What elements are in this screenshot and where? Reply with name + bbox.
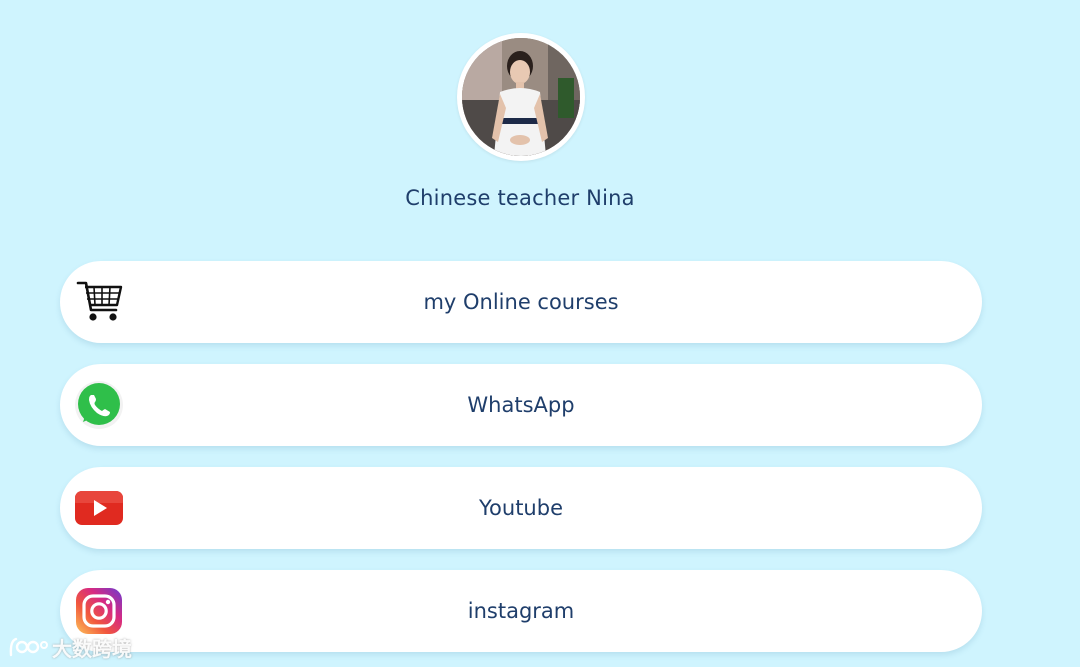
whatsapp-label: WhatsApp (467, 393, 575, 417)
watermark: 大数跨境 (8, 633, 132, 661)
youtube-label: Youtube (479, 496, 563, 520)
avatar (457, 33, 585, 161)
instagram-label: instagram (467, 599, 575, 623)
watermark-text: 大数跨境 (52, 636, 132, 661)
watermark-logo-icon (9, 637, 48, 657)
online-courses-button[interactable]: my Online courses (60, 261, 982, 343)
instagram-button[interactable]: instagram (60, 570, 982, 652)
online-courses-label: my Online courses (423, 290, 619, 314)
whatsapp-button[interactable]: WhatsApp (60, 364, 982, 446)
profile-name: Chinese teacher Nina (405, 186, 635, 210)
youtube-button[interactable]: Youtube (60, 467, 982, 549)
avatar-photo (462, 38, 580, 156)
